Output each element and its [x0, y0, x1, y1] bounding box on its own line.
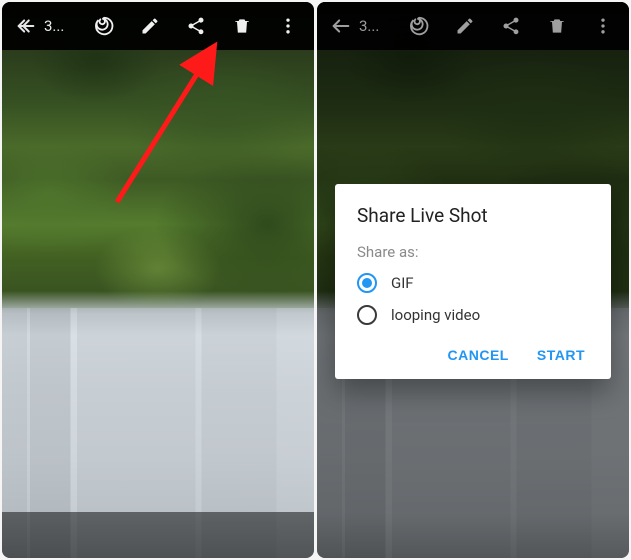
- trash-icon: [232, 16, 252, 36]
- spiral-icon: [93, 15, 115, 37]
- screen-dialog: 3... Share Live Shot Share as: GIF: [317, 2, 629, 558]
- radio-unselected-icon: [357, 305, 377, 325]
- image-counter: 3...: [359, 17, 387, 35]
- radio-label: GIF: [391, 274, 414, 292]
- share-button[interactable]: [493, 8, 529, 44]
- radio-selected-icon: [357, 273, 377, 293]
- share-icon: [501, 16, 521, 36]
- share-icon: [186, 16, 206, 36]
- back-button[interactable]: [323, 15, 359, 37]
- annotation-arrow: [2, 2, 312, 558]
- image-counter: 3...: [44, 17, 72, 35]
- dialog-actions: CANCEL START: [357, 337, 589, 371]
- bottom-gradient-bar: [2, 512, 314, 558]
- radio-option-gif[interactable]: GIF: [357, 273, 589, 293]
- delete-button[interactable]: [224, 8, 260, 44]
- dialog-title: Share Live Shot: [357, 204, 589, 227]
- back-arrow-icon: [15, 15, 37, 37]
- pencil-icon: [140, 16, 160, 36]
- pencil-icon: [455, 16, 475, 36]
- trash-icon: [547, 16, 567, 36]
- dialog-subtitle: Share as:: [357, 243, 589, 261]
- radio-label: looping video: [391, 306, 480, 324]
- back-button[interactable]: [8, 15, 44, 37]
- spiral-icon: [408, 15, 430, 37]
- start-button[interactable]: START: [537, 347, 585, 363]
- share-live-shot-dialog: Share Live Shot Share as: GIF looping vi…: [335, 184, 611, 379]
- edit-button[interactable]: [447, 8, 483, 44]
- more-vert-icon: [278, 16, 298, 36]
- share-button[interactable]: [178, 8, 214, 44]
- edit-button[interactable]: [132, 8, 168, 44]
- cancel-button[interactable]: CANCEL: [448, 347, 509, 363]
- delete-button[interactable]: [539, 8, 575, 44]
- radio-option-looping-video[interactable]: looping video: [357, 305, 589, 325]
- more-vert-icon: [593, 16, 613, 36]
- back-arrow-icon: [330, 15, 352, 37]
- topbar: 3...: [317, 2, 629, 50]
- spiral-button[interactable]: [86, 8, 122, 44]
- more-button[interactable]: [270, 8, 306, 44]
- spiral-button[interactable]: [401, 8, 437, 44]
- more-button[interactable]: [585, 8, 621, 44]
- screen-before: 3...: [2, 2, 314, 558]
- toolbar-actions: [401, 8, 623, 44]
- topbar: 3...: [2, 2, 314, 50]
- toolbar-actions: [86, 8, 308, 44]
